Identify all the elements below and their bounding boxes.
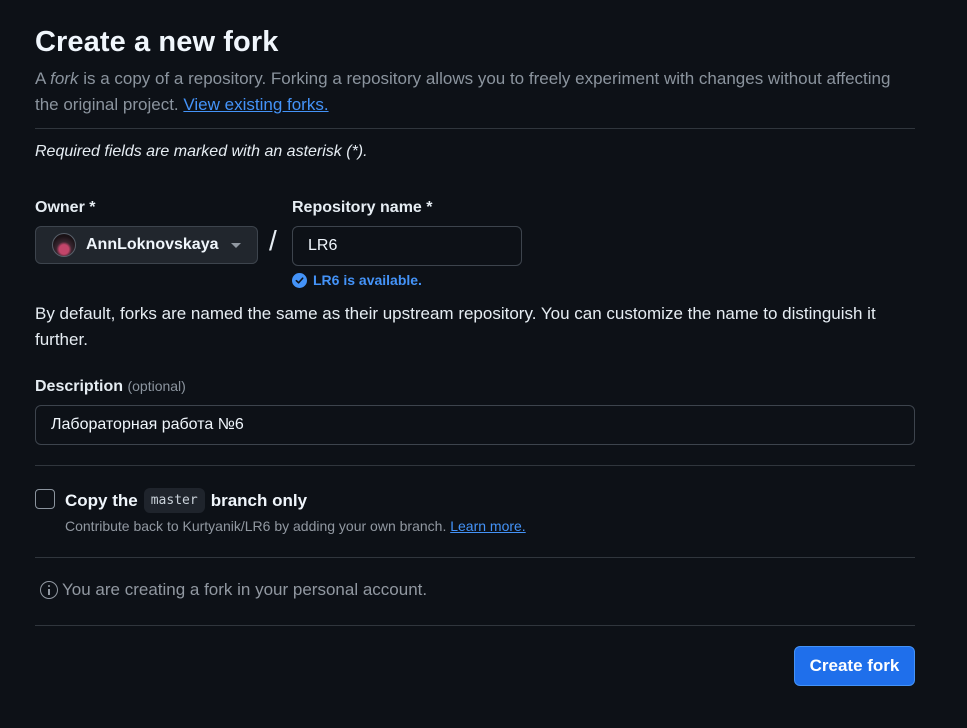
repository-name-input[interactable] bbox=[292, 226, 522, 266]
chevron-down-icon bbox=[231, 242, 241, 248]
copy-branch-prefix: Copy the bbox=[65, 490, 138, 510]
copy-branch-help-text: Contribute back to Kurtyanik/LR6 by addi… bbox=[65, 518, 451, 534]
create-fork-button[interactable]: Create fork bbox=[794, 646, 915, 686]
copy-branch-help: Contribute back to Kurtyanik/LR6 by addi… bbox=[65, 518, 526, 534]
info-icon bbox=[40, 581, 58, 599]
owner-name: AnnLoknovskaya bbox=[86, 236, 219, 253]
copy-branch-suffix: branch only bbox=[210, 490, 308, 510]
owner-select-button[interactable]: AnnLoknovskaya bbox=[35, 226, 258, 264]
branch-name-chip: master bbox=[143, 488, 205, 513]
header-divider bbox=[35, 128, 915, 129]
branch-divider bbox=[35, 557, 915, 558]
footer-divider bbox=[35, 625, 915, 626]
owner-repo-separator: / bbox=[269, 225, 277, 256]
avatar bbox=[52, 233, 76, 257]
info-message: You are creating a fork in your personal… bbox=[62, 580, 428, 599]
personal-account-info: You are creating a fork in your personal… bbox=[40, 580, 427, 600]
check-circle-icon bbox=[292, 272, 307, 288]
availability-status: LR6 is available. bbox=[292, 272, 422, 288]
learn-more-link[interactable]: Learn more. bbox=[450, 518, 525, 534]
subtitle-prefix: A bbox=[35, 69, 51, 88]
description-input[interactable] bbox=[35, 405, 915, 445]
description-divider bbox=[35, 465, 915, 466]
naming-help-text: By default, forks are named the same as … bbox=[35, 304, 876, 349]
subtitle-rest: is a copy of a repository. Forking a rep… bbox=[35, 69, 891, 114]
repository-name-label: Repository name * bbox=[292, 199, 433, 216]
view-existing-forks-link[interactable]: View existing forks. bbox=[183, 95, 328, 114]
owner-label: Owner * bbox=[35, 199, 96, 216]
copy-branch-label[interactable]: Copy the master branch only bbox=[65, 488, 307, 513]
page-subtitle: A fork is a copy of a repository. Forkin… bbox=[35, 66, 895, 118]
required-fields-note: Required fields are marked with an aster… bbox=[35, 143, 368, 160]
page-title: Create a new fork bbox=[35, 26, 279, 58]
availability-text: LR6 is available. bbox=[313, 272, 422, 288]
copy-branch-checkbox[interactable] bbox=[35, 489, 55, 509]
description-label-text: Description bbox=[35, 378, 124, 395]
description-label: Description (optional) bbox=[35, 378, 186, 396]
subtitle-fork-word: fork bbox=[50, 69, 79, 88]
optional-hint: (optional) bbox=[127, 378, 186, 394]
